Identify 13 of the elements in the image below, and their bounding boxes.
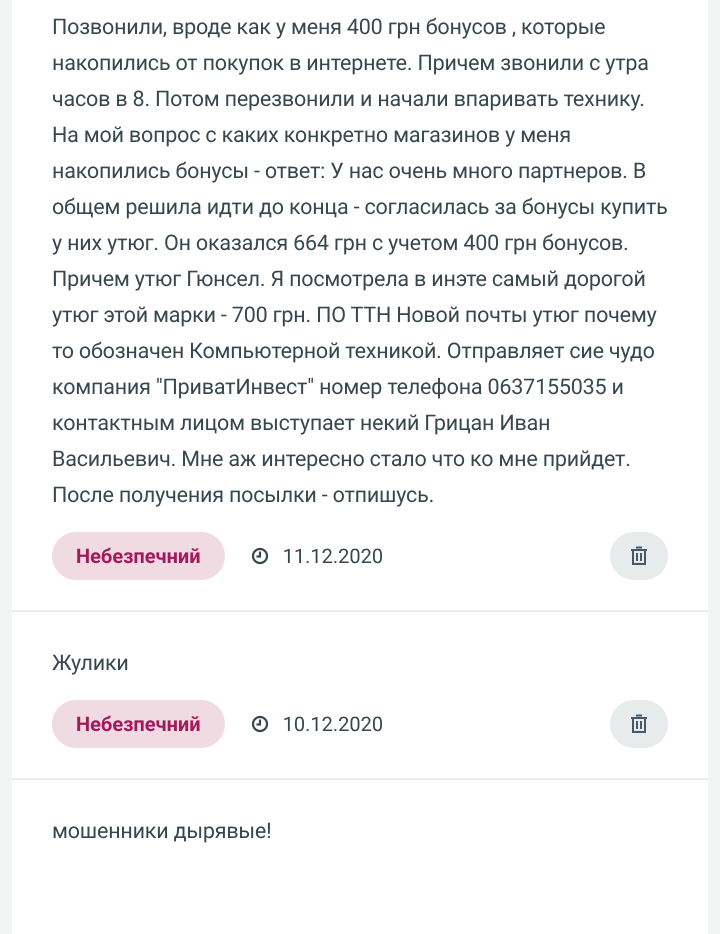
status-badge: Небезпечний [52,532,225,580]
review-text: Позвонили, вроде как у меня 400 грн бонусов , которые накопились от покупок в интернете. Причем звонили с утра часов в 8. Потом перезвонили и начали впаривать технику. На мой вопрос с каких конкретно магазинов у меня накопились бонусы - ответ: У нас очень много партнеров. В общем решила идти до конца - согласилась за бонусы купить у них утюг. Он оказался 664 грн с учетом 400 грн бонусов. Причем утюг Гюнсел. Я посмотрела в инэте самый дорогой утюг этой марки - 700 грн. ПО ТТН Новой почты утюг почему то обозначен Компьютерной техникой. Отправляет сие чудо компания "ПриватИнвест" номер телефона 0637155035 и контактным лицом выступает некий Грицан Иван Васильевич. Мне аж интересно стало что ко мне прийдет. После получения посылки - отпишусь. [52,14,668,510]
clock-icon [250,547,269,565]
review-text: мошенники дырявые! [52,818,272,846]
review-date: 10.12.2020 [282,711,384,738]
delete-button[interactable] [610,700,668,748]
status-badge: Небезпечний [52,700,225,748]
trash-icon [630,714,648,734]
delete-button[interactable] [610,532,668,580]
trash-icon [630,546,648,566]
review-text: Жулики [52,650,130,678]
review-date: 11.12.2020 [282,543,384,570]
clock-icon [250,715,269,733]
